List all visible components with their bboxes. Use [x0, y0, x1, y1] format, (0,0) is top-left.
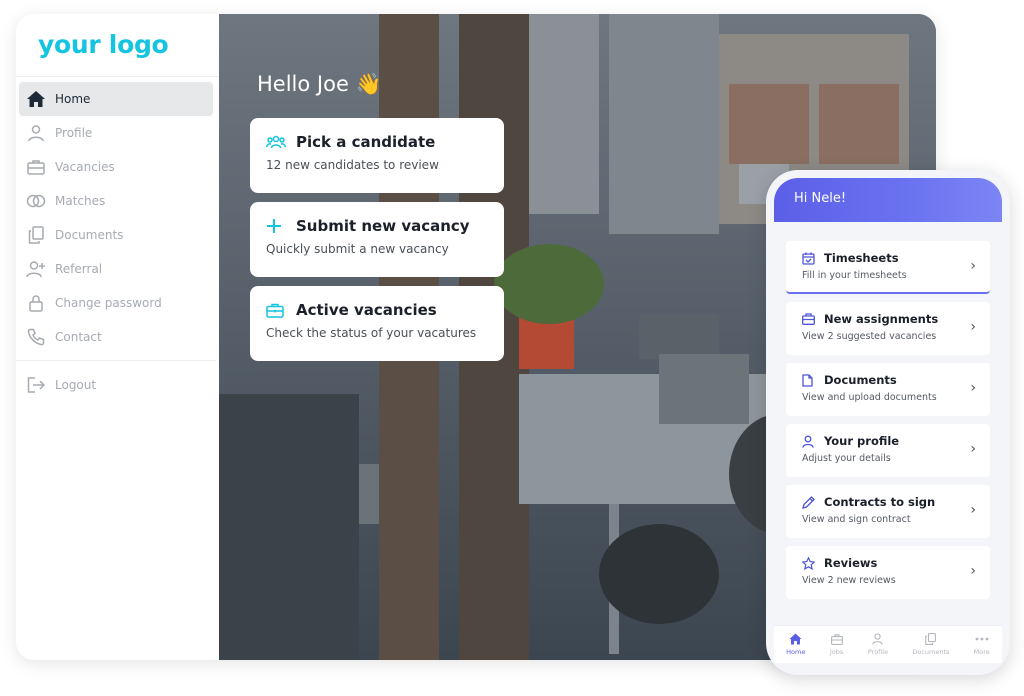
user-icon [25, 122, 47, 144]
mobile-item-subtitle: View and upload documents [802, 392, 937, 403]
mobile-menu-list: Timesheets Fill in your timesheets › New… [786, 241, 990, 607]
tab-jobs[interactable]: Jobs [830, 633, 844, 656]
mobile-tab-bar: Home Jobs Profile Documents More [774, 625, 1002, 663]
sidebar-item-documents[interactable]: Documents [19, 218, 213, 252]
tab-label: Jobs [829, 648, 844, 656]
mobile-item-title: Reviews [824, 556, 878, 570]
briefcase-icon [266, 302, 286, 318]
user-icon [871, 633, 885, 645]
chevron-right-icon: › [970, 258, 976, 274]
sidebar-item-label: Contact [55, 330, 102, 344]
star-icon [802, 556, 816, 570]
sidebar-item-label: Documents [55, 228, 124, 242]
sidebar-item-label: Matches [55, 194, 106, 208]
logout-icon [25, 374, 47, 396]
tab-label: Home [786, 648, 806, 656]
documents-icon [924, 633, 938, 645]
tab-profile[interactable]: Profile [868, 633, 888, 656]
document-icon [802, 373, 816, 387]
card-title: Active vacancies [296, 301, 437, 319]
greeting-heading: Hello Joe 👋 [257, 72, 382, 96]
card-subtitle: 12 new candidates to review [266, 158, 439, 172]
sidebar-item-profile[interactable]: Profile [19, 116, 213, 150]
sidebar-item-home[interactable]: Home [19, 82, 213, 116]
link-icon [25, 190, 47, 212]
more-icon [975, 633, 989, 645]
sidebar-item-label: Referral [55, 262, 103, 276]
mobile-item-documents[interactable]: Documents View and upload documents › [786, 363, 990, 416]
sidebar-item-matches[interactable]: Matches [19, 184, 213, 218]
sidebar: your logo Home Profile Vacancies Matches… [16, 14, 219, 660]
lock-icon [25, 292, 47, 314]
mobile-item-your-profile[interactable]: Your profile Adjust your details › [786, 424, 990, 477]
logo-divider [16, 76, 219, 77]
calendar-icon [802, 251, 816, 265]
mobile-header: Hi Nele! [774, 178, 1002, 222]
tab-home[interactable]: Home [786, 633, 805, 656]
sidebar-item-change-password[interactable]: Change password [19, 286, 213, 320]
card-title: Submit new vacancy [296, 217, 470, 235]
tab-label: More [973, 648, 990, 656]
tab-label: Profile [867, 648, 889, 656]
sidebar-item-referral[interactable]: Referral [19, 252, 213, 286]
logo: your logo [38, 30, 169, 59]
home-icon [789, 633, 803, 645]
action-card-pick-candidate[interactable]: Pick a candidate 12 new candidates to re… [250, 118, 504, 193]
sidebar-item-label: Vacancies [55, 160, 115, 174]
tab-documents[interactable]: Documents [912, 633, 949, 656]
briefcase-icon [25, 156, 47, 178]
pen-icon [802, 495, 816, 509]
chevron-right-icon: › [970, 563, 976, 579]
sidebar-nav: Home Profile Vacancies Matches Documents… [16, 82, 216, 402]
sidebar-item-vacancies[interactable]: Vacancies [19, 150, 213, 184]
mobile-item-subtitle: Adjust your details [802, 453, 891, 464]
mobile-item-timesheets[interactable]: Timesheets Fill in your timesheets › [786, 241, 990, 294]
mobile-item-subtitle: View 2 suggested vacancies [802, 331, 937, 342]
mobile-item-subtitle: View 2 new reviews [802, 575, 896, 586]
card-title: Pick a candidate [296, 133, 436, 151]
chevron-right-icon: › [970, 380, 976, 396]
sidebar-divider [16, 360, 216, 361]
card-subtitle: Check the status of your vacatures [266, 326, 477, 340]
mobile-item-title: New assignments [824, 312, 939, 326]
sidebar-item-contact[interactable]: Contact [19, 320, 213, 354]
briefcase-icon [802, 312, 816, 326]
chevron-right-icon: › [970, 319, 976, 335]
sidebar-item-label: Logout [55, 378, 97, 392]
people-icon [266, 134, 286, 150]
chevron-right-icon: › [970, 441, 976, 457]
sidebar-item-label: Profile [55, 126, 93, 140]
mobile-item-subtitle: View and sign contract [802, 514, 911, 525]
card-subtitle: Quickly submit a new vacancy [266, 242, 449, 256]
tab-label: Documents [912, 648, 950, 656]
mobile-item-title: Documents [824, 373, 897, 387]
action-card-submit-vacancy[interactable]: Submit new vacancy Quickly submit a new … [250, 202, 504, 277]
mobile-item-subtitle: Fill in your timesheets [802, 270, 907, 281]
mobile-item-new-assignments[interactable]: New assignments View 2 suggested vacanci… [786, 302, 990, 355]
mobile-greeting: Hi Nele! [794, 191, 847, 206]
action-card-active-vacancies[interactable]: Active vacancies Check the status of you… [250, 286, 504, 361]
mobile-item-title: Your profile [824, 434, 900, 448]
documents-icon [25, 224, 47, 246]
sidebar-item-label: Change password [55, 296, 162, 310]
briefcase-icon [830, 633, 844, 645]
mobile-app-mockup: Hi Nele! Timesheets Fill in your timeshe… [766, 170, 1010, 675]
mobile-item-reviews[interactable]: Reviews View 2 new reviews › [786, 546, 990, 599]
chevron-right-icon: › [970, 502, 976, 518]
mobile-item-title: Contracts to sign [824, 495, 936, 509]
sidebar-item-logout[interactable]: Logout [19, 368, 213, 402]
phone-icon [25, 326, 47, 348]
mobile-item-title: Timesheets [824, 251, 899, 265]
sidebar-item-label: Home [55, 92, 91, 106]
user-icon [802, 434, 816, 448]
tab-more[interactable]: More [974, 633, 990, 656]
mobile-item-contracts-to-sign[interactable]: Contracts to sign View and sign contract… [786, 485, 990, 538]
home-icon [25, 88, 47, 110]
plus-icon [266, 218, 286, 234]
add-user-icon [25, 258, 47, 280]
